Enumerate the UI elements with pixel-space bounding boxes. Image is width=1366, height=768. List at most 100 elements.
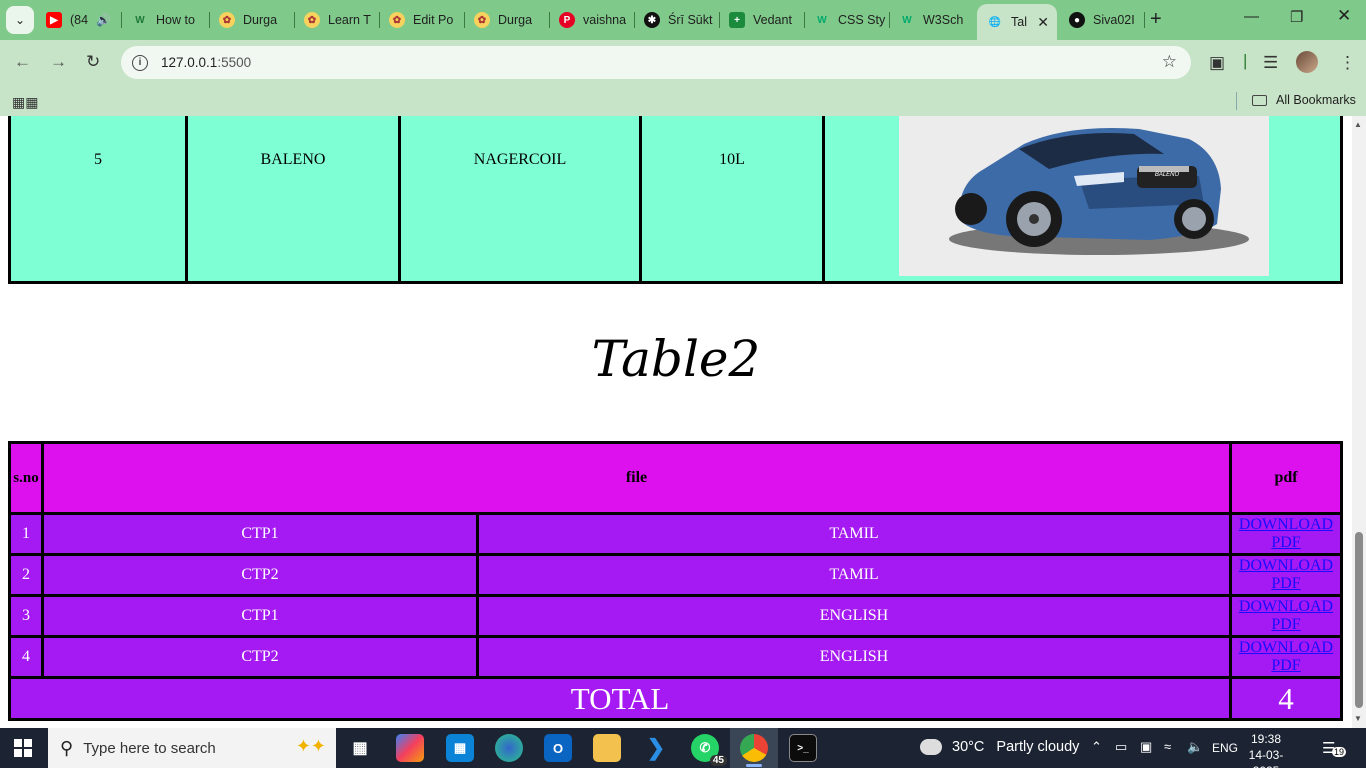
row-name: CTP1 bbox=[41, 594, 479, 638]
tab-label: Śrī Sūkt bbox=[668, 13, 713, 27]
new-tab-button[interactable]: + bbox=[1150, 8, 1162, 31]
table-row: 2 CTP2 TAMIL DOWNLOAD PDF bbox=[8, 553, 1343, 597]
w3schools-icon: W bbox=[902, 14, 912, 26]
tab-vedanta[interactable]: + Vedant bbox=[729, 6, 805, 34]
url-host: 127.0.0.1 bbox=[161, 55, 218, 70]
apps-grid-icon[interactable]: ▦▦ bbox=[12, 94, 38, 111]
volume-icon[interactable]: 🔈 bbox=[1187, 739, 1203, 755]
wifi-icon[interactable]: ≈ bbox=[1164, 739, 1171, 754]
tab-label: vaishna bbox=[583, 13, 627, 27]
durga-icon: ✿ bbox=[219, 12, 235, 28]
media-controls-icon[interactable]: ☰ bbox=[1263, 53, 1278, 73]
page-scrollbar[interactable]: ▲ ▼ bbox=[1352, 116, 1366, 728]
forward-button[interactable]: → bbox=[50, 52, 67, 72]
tab-separator bbox=[1144, 12, 1145, 28]
copilot-icon[interactable] bbox=[396, 734, 424, 762]
tab-edit-post[interactable]: ✿ Edit Po bbox=[389, 6, 465, 34]
row-language: TAMIL bbox=[476, 512, 1232, 556]
row-name: CTP2 bbox=[41, 553, 479, 597]
download-pdf-link[interactable]: DOWNLOAD PDF bbox=[1232, 557, 1340, 593]
tab-separator bbox=[209, 12, 210, 28]
tab-durga-1[interactable]: ✿ Durga bbox=[219, 6, 295, 34]
chrome-icon[interactable] bbox=[740, 734, 768, 762]
back-button[interactable]: ← bbox=[14, 52, 31, 72]
close-window-button[interactable]: ✕ bbox=[1337, 6, 1351, 26]
all-bookmarks-button[interactable]: All Bookmarks bbox=[1252, 93, 1356, 107]
search-icon: ⚲ bbox=[60, 737, 74, 758]
tab-youtube[interactable]: ▶ (84 🔊 bbox=[46, 6, 122, 34]
tab-github[interactable]: ● Siva02I bbox=[1069, 6, 1145, 34]
tab-label: Vedant bbox=[753, 13, 792, 27]
all-bookmarks-label: All Bookmarks bbox=[1276, 93, 1356, 107]
restore-button[interactable]: ❐ bbox=[1290, 8, 1303, 26]
address-bar[interactable]: i 127.0.0.1:5500 ☆ bbox=[121, 46, 1191, 79]
tab-search-button[interactable]: ⌄ bbox=[6, 6, 34, 34]
reload-button[interactable]: ↻ bbox=[86, 52, 100, 72]
scroll-down-icon[interactable]: ▼ bbox=[1354, 714, 1362, 723]
chevron-up-icon[interactable]: ⌃ bbox=[1091, 739, 1102, 755]
vscode-icon[interactable]: ❯ bbox=[642, 734, 670, 762]
clock[interactable]: 19:38 14-03-2025 bbox=[1236, 731, 1296, 768]
page-viewport: 5 BALENO NAGERCOIL 10L BALENO Table2 s.n… bbox=[0, 116, 1352, 728]
tab-active[interactable]: 🌐 Tal ✕ bbox=[977, 4, 1057, 40]
speaker-icon[interactable]: 🔊 bbox=[96, 13, 111, 27]
scrollbar-thumb[interactable] bbox=[1355, 532, 1363, 708]
taskbar-search[interactable]: ⚲ Type here to search ✦✦ bbox=[48, 728, 336, 768]
language-indicator[interactable]: ENG bbox=[1212, 741, 1238, 755]
download-pdf-link[interactable]: DOWNLOAD PDF bbox=[1232, 598, 1340, 634]
download-pdf-link[interactable]: DOWNLOAD PDF bbox=[1232, 516, 1340, 552]
place-cell: NAGERCOIL bbox=[398, 116, 642, 284]
tab-separator bbox=[889, 12, 890, 28]
file-explorer-icon[interactable] bbox=[593, 734, 621, 762]
tab-pinterest[interactable]: P vaishna bbox=[559, 6, 635, 34]
notification-count: 19 bbox=[1332, 747, 1347, 757]
battery-icon[interactable]: ▭ bbox=[1115, 739, 1127, 755]
tab-chatgpt[interactable]: ✱ Śrī Sūkt bbox=[644, 6, 720, 34]
table-row: 4 CTP2 ENGLISH DOWNLOAD PDF bbox=[8, 635, 1343, 679]
tab-label: Durga bbox=[243, 13, 278, 27]
whatsapp-icon[interactable]: ✆ 45 bbox=[691, 734, 727, 766]
minimize-button[interactable]: — bbox=[1244, 8, 1259, 25]
weather-widget[interactable]: 30°C Partly cloudy bbox=[920, 739, 1079, 755]
bookmark-star-icon[interactable]: ☆ bbox=[1162, 52, 1177, 72]
edge-icon[interactable] bbox=[495, 734, 523, 762]
task-view-icon[interactable]: ▦ bbox=[346, 734, 374, 762]
sparkle-icon: ✦✦ bbox=[295, 736, 326, 756]
table-row: 3 CTP1 ENGLISH DOWNLOAD PDF bbox=[8, 594, 1343, 638]
tab-w3schools[interactable]: W W3Sch bbox=[899, 6, 975, 34]
header-pdf: pdf bbox=[1229, 441, 1343, 515]
tab-css-styles[interactable]: W CSS Sty bbox=[814, 6, 890, 34]
site-info-icon[interactable]: i bbox=[132, 54, 148, 71]
chevron-down-icon: ⌄ bbox=[14, 13, 26, 27]
profile-avatar[interactable] bbox=[1296, 51, 1318, 73]
scroll-up-icon[interactable]: ▲ bbox=[1354, 120, 1362, 129]
row-pdf-cell: DOWNLOAD PDF bbox=[1229, 635, 1343, 679]
tab-durga-2[interactable]: ✿ Durga bbox=[474, 6, 550, 34]
table2-heading: Table2 bbox=[591, 330, 761, 388]
download-pdf-link[interactable]: DOWNLOAD PDF bbox=[1232, 639, 1340, 675]
durga-icon: ✿ bbox=[389, 12, 405, 28]
notification-icon[interactable]: ☰ 19 bbox=[1322, 739, 1347, 757]
extensions-icon[interactable]: ▣ bbox=[1209, 53, 1225, 73]
wikihow-icon: W bbox=[135, 14, 145, 26]
more-menu-icon[interactable]: ⋮ bbox=[1339, 53, 1356, 73]
url-text[interactable]: 127.0.0.1:5500 bbox=[161, 55, 251, 70]
durga-icon: ✿ bbox=[474, 12, 490, 28]
row-pdf-cell: DOWNLOAD PDF bbox=[1229, 553, 1343, 597]
tab-learn[interactable]: ✿ Learn T bbox=[304, 6, 380, 34]
tab-label: W3Sch bbox=[923, 13, 964, 27]
tab-wikihow[interactable]: W How to bbox=[132, 6, 210, 34]
outlook-icon[interactable]: O bbox=[544, 734, 572, 762]
camera-icon[interactable]: ▣ bbox=[1140, 739, 1152, 755]
tab-label: How to bbox=[156, 13, 195, 27]
chatgpt-icon: ✱ bbox=[644, 12, 660, 28]
durga-icon: ✿ bbox=[304, 12, 320, 28]
terminal-icon[interactable]: >_ bbox=[789, 734, 817, 762]
close-tab-icon[interactable]: ✕ bbox=[1037, 14, 1049, 31]
store-icon[interactable]: ▦ bbox=[446, 734, 474, 762]
start-button[interactable] bbox=[14, 739, 32, 757]
row-language: ENGLISH bbox=[476, 635, 1232, 679]
car-cell: BALENO bbox=[185, 116, 401, 284]
table-total-row: TOTAL 4 bbox=[8, 676, 1343, 721]
table1: 5 BALENO NAGERCOIL 10L BALENO bbox=[8, 116, 1343, 284]
